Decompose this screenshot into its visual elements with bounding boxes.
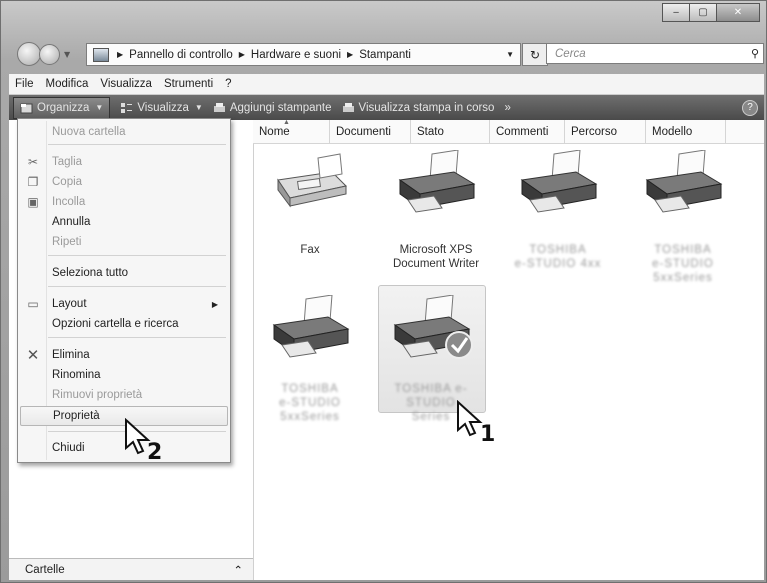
menu-separator bbox=[48, 337, 226, 338]
refresh-button[interactable]: ↻ bbox=[522, 43, 548, 66]
menu-item-cut[interactable]: ✂ Taglia bbox=[18, 152, 230, 172]
layout-icon: ▭ bbox=[27, 297, 39, 311]
column-status[interactable]: Stato bbox=[411, 120, 490, 143]
chevron-up-icon[interactable]: ⌃ bbox=[233, 563, 243, 577]
views-button[interactable]: Visualizza ▼ bbox=[120, 102, 203, 114]
folders-label: Cartelle bbox=[25, 563, 65, 576]
step-number-2: 2 bbox=[147, 440, 163, 465]
menu-item-redo[interactable]: Ripeti bbox=[18, 232, 230, 252]
menu-separator bbox=[48, 144, 226, 145]
see-printing-button[interactable]: Visualizza stampa in corso bbox=[342, 101, 495, 114]
chevron-down-icon: ▼ bbox=[194, 103, 203, 112]
menu-item-paste[interactable]: ▣ Incolla bbox=[18, 192, 230, 212]
default-check-icon bbox=[445, 331, 473, 359]
organize-icon bbox=[20, 103, 33, 113]
minimize-button[interactable]: ‒ bbox=[662, 3, 690, 22]
menu-separator bbox=[48, 286, 226, 287]
menu-view[interactable]: Visualizza bbox=[94, 78, 158, 90]
search-input[interactable]: Cerca bbox=[555, 48, 586, 60]
views-icon bbox=[121, 102, 133, 113]
item-label: TOSHIBA e-STUDIO 4xx bbox=[514, 244, 602, 270]
item-label: Microsoft XPS Document Writer bbox=[392, 244, 480, 270]
breadcrumb-printers[interactable]: Stampanti bbox=[359, 49, 411, 61]
navigation-bar: ▼ ▶ Pannello di controllo ▶ Hardware e s… bbox=[5, 39, 765, 69]
menu-item-folder-options[interactable]: Opzioni cartella e ricerca bbox=[18, 314, 230, 334]
printer-item-toshiba-2[interactable]: TOSHIBA e-STUDIO 5xxSeries bbox=[632, 149, 734, 285]
item-label: TOSHIBA e-STUDIO 5xxSeries bbox=[279, 383, 341, 423]
printer-item-toshiba-1[interactable]: TOSHIBA e-STUDIO 4xx bbox=[507, 149, 609, 271]
views-label: Visualizza bbox=[137, 101, 189, 114]
menu-bar: File Modifica Visualizza Strumenti ? bbox=[9, 74, 764, 95]
add-printer-icon bbox=[213, 102, 225, 112]
printer-item-fax[interactable]: Fax bbox=[259, 150, 361, 257]
delete-icon: ✕ bbox=[26, 347, 40, 364]
menu-item-layout[interactable]: ▭ Layout ▶ bbox=[18, 294, 230, 314]
add-printer-label: Aggiungi stampante bbox=[229, 101, 332, 114]
address-bar[interactable]: ▶ Pannello di controllo ▶ Hardware e suo… bbox=[86, 43, 521, 66]
command-bar: Organizza ▼ Visualizza ▼ Aggiungi stampa… bbox=[9, 95, 764, 120]
column-headers: ▲ Nome Documenti Stato Commenti Percorso … bbox=[253, 119, 764, 144]
more-commands-label: » bbox=[504, 101, 511, 114]
menu-separator bbox=[48, 255, 226, 256]
breadcrumb-separator-icon[interactable]: ▶ bbox=[347, 50, 353, 59]
menu-item-remove-properties[interactable]: Rimuovi proprietà bbox=[18, 385, 230, 405]
menu-item-copy[interactable]: ❐ Copia bbox=[18, 172, 230, 192]
menu-item-rename[interactable]: Rinomina bbox=[18, 365, 230, 385]
scissors-icon: ✂ bbox=[27, 155, 39, 169]
add-printer-button[interactable]: Aggiungi stampante bbox=[213, 102, 332, 114]
menu-item-delete[interactable]: ✕ Elimina bbox=[18, 345, 230, 365]
organize-menu: Nuova cartella ✂ Taglia ❐ Copia ▣ Incolla A… bbox=[17, 118, 231, 463]
print-queue-icon bbox=[342, 102, 354, 112]
menu-edit[interactable]: Modifica bbox=[40, 78, 95, 90]
maximize-button[interactable]: ▢ bbox=[689, 3, 717, 22]
search-icon[interactable]: ⚲ bbox=[751, 47, 759, 60]
printer-icon bbox=[272, 294, 350, 358]
step-number-1: 1 bbox=[480, 422, 496, 447]
menu-file[interactable]: File bbox=[9, 78, 40, 90]
breadcrumb-separator-icon[interactable]: ▶ bbox=[239, 50, 245, 59]
sort-indicator-icon: ▲ bbox=[283, 119, 290, 126]
printer-icon bbox=[393, 294, 473, 359]
fax-icon bbox=[277, 153, 348, 208]
organize-button[interactable]: Organizza ▼ bbox=[13, 96, 111, 119]
printer-icon bbox=[645, 149, 723, 213]
help-icon[interactable]: ? bbox=[742, 99, 758, 116]
printer-item-xps[interactable]: Microsoft XPS Document Writer bbox=[385, 149, 487, 271]
menu-item-new-folder[interactable]: Nuova cartella bbox=[18, 122, 230, 142]
chevron-down-icon: ▼ bbox=[95, 103, 104, 112]
organize-label: Organizza bbox=[37, 101, 90, 114]
printer-icon bbox=[398, 149, 476, 213]
breadcrumb-separator-icon[interactable]: ▶ bbox=[117, 50, 123, 59]
paste-icon: ▣ bbox=[27, 195, 39, 209]
column-documents[interactable]: Documenti bbox=[330, 120, 411, 143]
menu-help[interactable]: ? bbox=[219, 78, 237, 90]
menu-tools[interactable]: Strumenti bbox=[158, 78, 219, 90]
submenu-arrow-icon: ▶ bbox=[211, 299, 218, 309]
breadcrumb-control-panel[interactable]: Pannello di controllo bbox=[129, 49, 233, 61]
column-location[interactable]: Percorso bbox=[565, 120, 646, 143]
see-printing-label: Visualizza stampa in corso bbox=[358, 101, 495, 114]
caption-buttons: ‒ ▢ ✕ bbox=[662, 3, 760, 22]
menu-item-select-all[interactable]: Seleziona tutto bbox=[18, 263, 230, 283]
breadcrumb-hardware-sound[interactable]: Hardware e suoni bbox=[251, 49, 341, 61]
item-label: TOSHIBA e-STUDIO 5xxSeries bbox=[652, 244, 714, 284]
copy-icon: ❐ bbox=[27, 175, 39, 189]
close-button[interactable]: ✕ bbox=[716, 3, 760, 22]
search-box[interactable]: Cerca ⚲ bbox=[546, 43, 764, 64]
menu-item-undo[interactable]: Annulla bbox=[18, 212, 230, 232]
forward-button[interactable] bbox=[39, 43, 60, 65]
folders-bar[interactable]: Cartelle ⌃ bbox=[9, 558, 253, 580]
address-dropdown-icon[interactable]: ▼ bbox=[506, 50, 514, 59]
recent-pages-dropdown[interactable]: ▼ bbox=[64, 50, 70, 59]
control-panel-icon bbox=[93, 47, 109, 62]
column-comments[interactable]: Commenti bbox=[490, 120, 565, 143]
item-label: Fax bbox=[300, 244, 320, 256]
column-model[interactable]: Modello bbox=[646, 120, 726, 143]
back-button[interactable] bbox=[17, 42, 41, 66]
printer-item-toshiba-3[interactable]: TOSHIBA e-STUDIO 5xxSeries bbox=[259, 294, 361, 424]
more-commands-button[interactable]: » bbox=[504, 102, 510, 114]
column-name[interactable]: ▲ Nome bbox=[253, 119, 330, 143]
printer-icon bbox=[520, 149, 598, 213]
